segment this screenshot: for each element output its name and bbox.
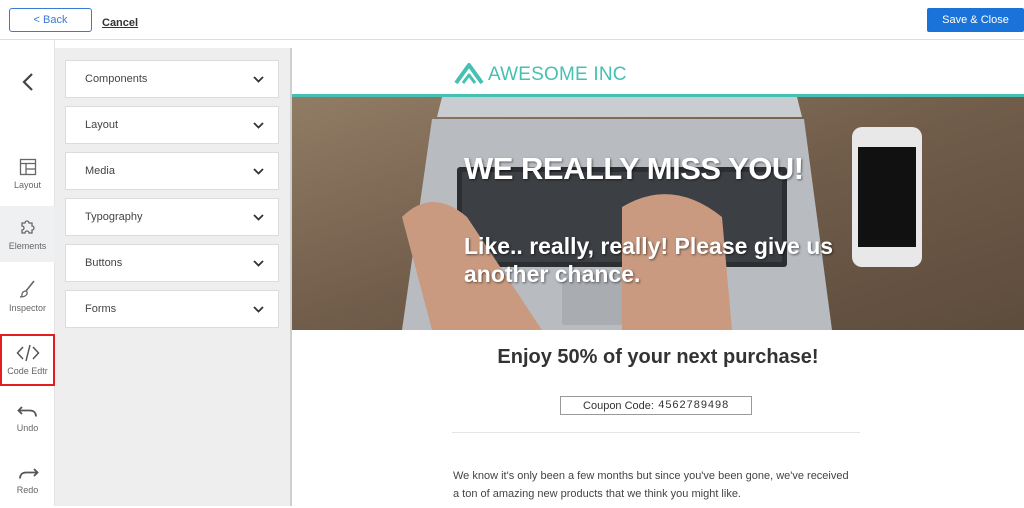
back-button[interactable]: < Back xyxy=(9,8,92,32)
accordion-label: Media xyxy=(85,165,115,177)
email-canvas[interactable]: AWESOME INC WE REALLY MISS YOU! Like.. r… xyxy=(292,48,1024,506)
accordion-layout[interactable]: Layout xyxy=(65,106,279,144)
brand-header: AWESOME INC xyxy=(452,56,627,94)
layout-icon xyxy=(19,158,36,176)
collapse-panel-button[interactable] xyxy=(0,60,55,104)
coupon-label: Coupon Code: xyxy=(583,399,654,412)
top-bar: < Back Cancel Save & Close xyxy=(0,0,1024,40)
rail-item-layout[interactable]: Layout xyxy=(0,146,55,202)
save-and-close-button[interactable]: Save & Close xyxy=(927,8,1024,32)
brush-icon xyxy=(19,280,35,298)
components-panel: Components Layout Media Typography Butto… xyxy=(55,48,292,506)
chevron-left-icon xyxy=(21,73,33,91)
logo-icon xyxy=(454,63,484,85)
accordion-forms[interactable]: Forms xyxy=(65,290,279,328)
rail-item-label: Code Edtr xyxy=(7,366,48,376)
rail-item-label: Elements xyxy=(8,241,47,251)
chevron-down-icon xyxy=(253,305,264,313)
chevron-down-icon xyxy=(253,167,264,175)
laptop-photo xyxy=(292,97,1024,330)
hero-subtitle: Like.. really, really! Please give us an… xyxy=(464,233,834,287)
rail-item-inspector[interactable]: Inspector xyxy=(0,268,55,324)
code-icon xyxy=(15,344,40,362)
rail-item-code-editor[interactable]: Code Edtr xyxy=(0,334,55,386)
rail-item-label: Layout xyxy=(13,180,42,190)
body-paragraph: We know it's only been a few months but … xyxy=(453,470,849,500)
chevron-down-icon xyxy=(253,75,264,83)
chevron-down-icon xyxy=(253,259,264,267)
offer-heading: Enjoy 50% of your next purchase! xyxy=(497,346,819,368)
chevron-down-icon xyxy=(253,121,264,129)
left-rail: Layout Elements Inspector Code Edtr Undo… xyxy=(0,40,55,506)
accordion-label: Forms xyxy=(85,303,117,315)
section-divider xyxy=(452,432,860,433)
accordion-label: Typography xyxy=(85,211,143,223)
rail-item-redo[interactable]: Redo xyxy=(0,452,55,508)
undo-icon xyxy=(16,406,37,417)
rail-item-elements[interactable]: Elements xyxy=(0,206,55,262)
accordion-label: Layout xyxy=(85,119,119,131)
hero-banner[interactable]: WE REALLY MISS YOU! Like.. really, reall… xyxy=(292,97,1024,330)
brand-name: AWESOME INC xyxy=(488,64,627,85)
puzzle-icon xyxy=(20,220,35,234)
hero-title: WE REALLY MISS YOU! xyxy=(464,151,804,186)
accordion-media[interactable]: Media xyxy=(65,152,279,190)
accordion-label: Components xyxy=(85,73,148,85)
accordion-components[interactable]: Components xyxy=(65,60,279,98)
rail-item-undo[interactable]: Undo xyxy=(0,390,55,446)
rail-item-label: Redo xyxy=(16,485,39,495)
coupon-code: 4562789498 xyxy=(657,399,729,412)
rail-item-label: Undo xyxy=(16,423,39,433)
chevron-down-icon xyxy=(253,213,264,221)
redo-icon xyxy=(18,468,39,479)
accordion-buttons[interactable]: Buttons xyxy=(65,244,279,282)
accordion-typography[interactable]: Typography xyxy=(65,198,279,236)
coupon-box: Coupon Code: 4562789498 xyxy=(560,396,752,415)
cancel-link[interactable]: Cancel xyxy=(102,17,138,29)
accordion-label: Buttons xyxy=(85,257,123,269)
rail-item-label: Inspector xyxy=(8,303,47,313)
